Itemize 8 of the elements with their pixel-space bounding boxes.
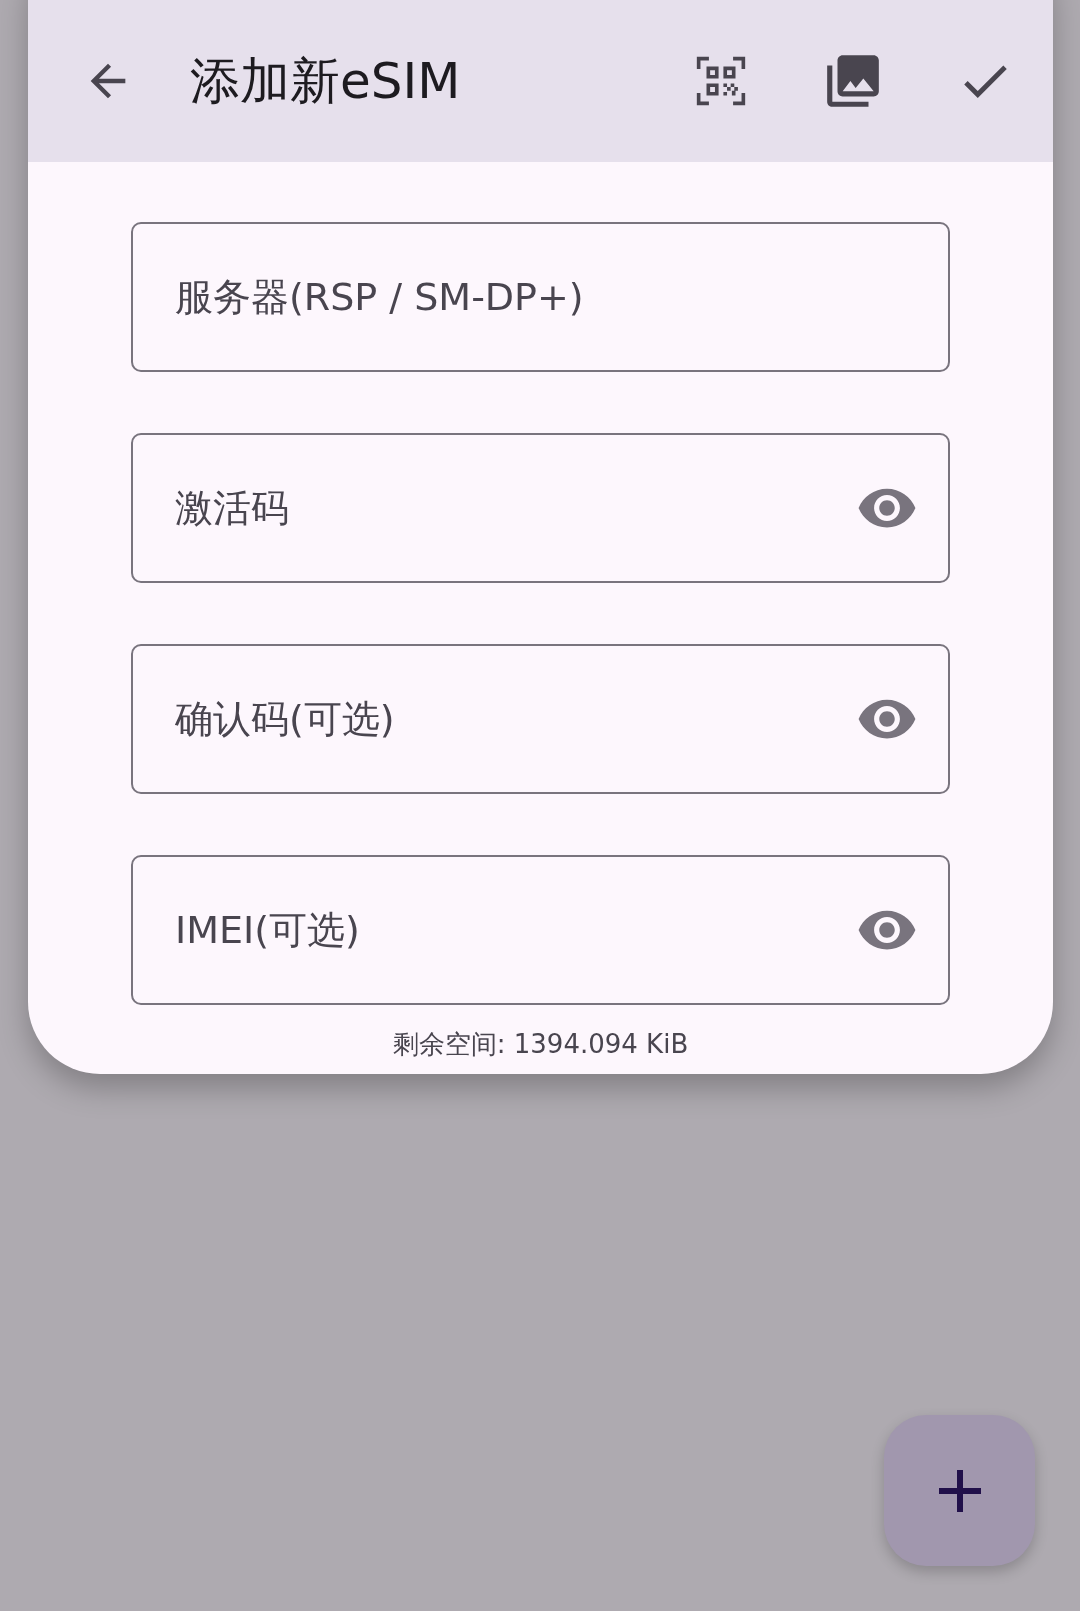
add-button[interactable] [884,1415,1035,1566]
free-space-text: 剩余空间: 1394.094 KiB [392,1029,689,1059]
dialog-title: 添加新eSIM [190,50,462,112]
input-field[interactable]: 确认码(可选) [131,644,950,794]
input-field[interactable]: 激活码 [131,433,950,583]
input-field[interactable]: IMEI(可选) [131,855,950,1005]
input-field[interactable]: 服务器(RSP / SM-DP+) [131,222,950,372]
plus-icon [938,1469,981,1512]
